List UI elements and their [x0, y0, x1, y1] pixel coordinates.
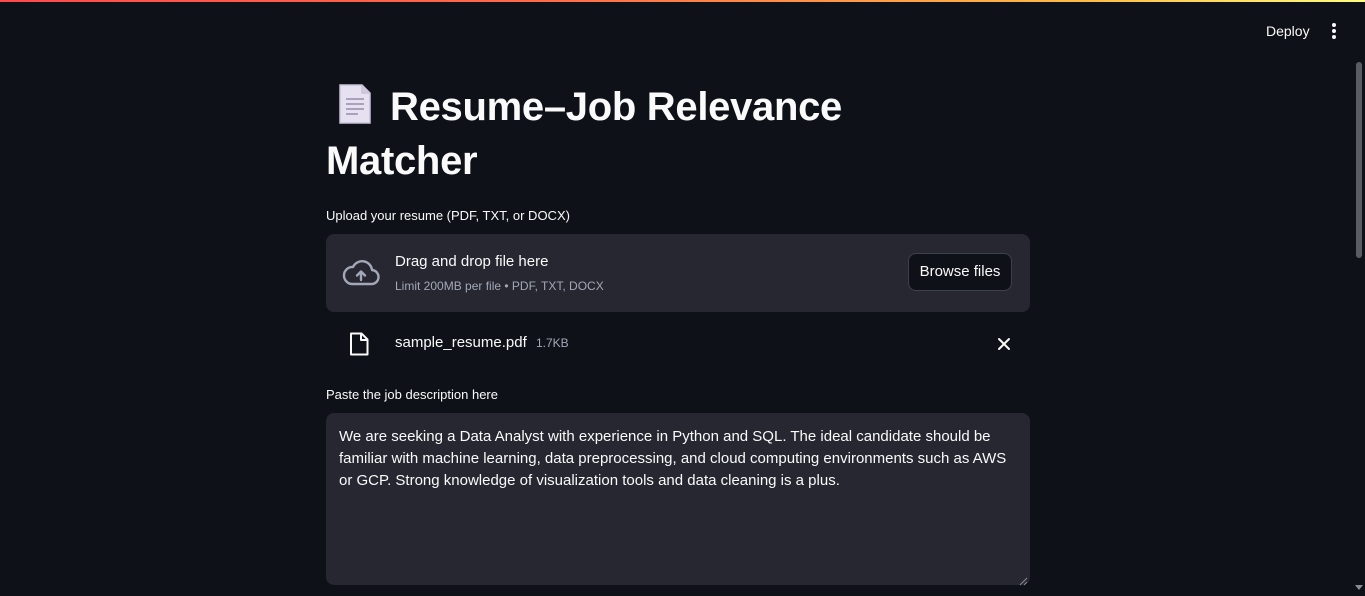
app-header: Deploy: [0, 2, 1365, 58]
close-icon[interactable]: [994, 334, 1014, 354]
vertical-scrollbar[interactable]: [1356, 62, 1362, 258]
scroll-down-arrow-icon[interactable]: [1355, 585, 1363, 590]
job-description-label: Paste the job description here: [326, 387, 498, 402]
uploaded-file-item: sample_resume.pdf 1.7KB: [326, 326, 1030, 362]
dropzone-title: Drag and drop file here: [395, 253, 549, 270]
page-title: Resume–Job Relevance Matcher: [326, 80, 886, 188]
resize-handle-icon[interactable]: [1019, 573, 1028, 586]
dropzone-subtitle: Limit 200MB per file • PDF, TXT, DOCX: [395, 279, 604, 293]
resume-upload-label: Upload your resume (PDF, TXT, or DOCX): [326, 208, 570, 223]
browse-files-button[interactable]: Browse files: [908, 253, 1012, 291]
file-icon: [349, 332, 369, 356]
page-title-text: Resume–Job Relevance Matcher: [326, 85, 843, 183]
deploy-button[interactable]: Deploy: [1256, 18, 1320, 44]
uploaded-file-size: 1.7KB: [536, 336, 569, 350]
page-facing-up-icon: [338, 83, 372, 125]
job-description-textarea[interactable]: We are seeking a Data Analyst with exper…: [326, 413, 1030, 585]
file-dropzone[interactable]: Drag and drop file here Limit 200MB per …: [326, 234, 1030, 312]
cloud-upload-icon: [342, 258, 380, 288]
uploaded-file-name: sample_resume.pdf: [395, 334, 527, 351]
kebab-menu-icon[interactable]: [1322, 19, 1346, 43]
